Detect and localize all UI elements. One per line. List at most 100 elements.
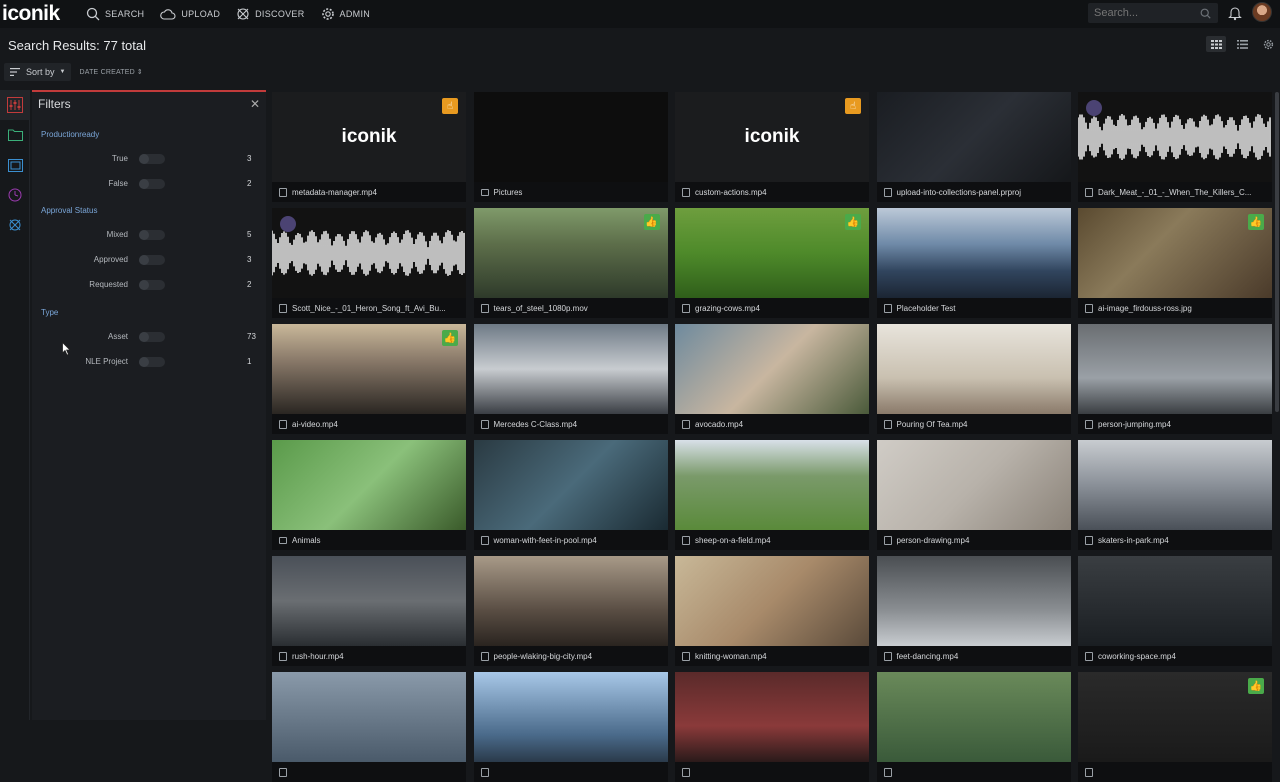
filters-rail-button[interactable] xyxy=(0,90,30,120)
approved-icon[interactable]: 👍 xyxy=(845,214,861,230)
asset-caption[interactable] xyxy=(877,764,1071,780)
asset-thumbnail[interactable] xyxy=(1078,324,1272,414)
asset-tile[interactable]: feet-dancing.mp4 xyxy=(876,556,1071,666)
asset-tile[interactable]: 👍 tears_of_steel_1080p.mov xyxy=(473,208,668,318)
approved-icon[interactable]: 👍 xyxy=(442,330,458,346)
asset-thumbnail[interactable] xyxy=(473,324,668,414)
asset-tile[interactable]: Dark_Meat_-_01_-_When_The_Killers_C... xyxy=(1078,92,1272,202)
iconik-logo[interactable]: iconik xyxy=(2,2,78,26)
sort-by-button[interactable]: Sort by ▼ xyxy=(4,63,72,81)
search-icon[interactable] xyxy=(1200,8,1211,19)
filter-row[interactable]: False 2 xyxy=(32,177,266,191)
asset-tile[interactable]: Mercedes C-Class.mp4 xyxy=(473,324,668,434)
list-view-button[interactable] xyxy=(1232,36,1252,52)
asset-thumbnail[interactable]: iconik xyxy=(272,92,466,182)
asset-thumbnail[interactable] xyxy=(876,208,1071,298)
filter-row[interactable]: True 3 xyxy=(32,152,266,166)
asset-thumbnail[interactable] xyxy=(675,324,869,414)
view-settings-button[interactable] xyxy=(1258,36,1278,52)
asset-thumbnail[interactable] xyxy=(473,208,668,298)
asset-thumbnail[interactable] xyxy=(1078,92,1272,182)
asset-tile[interactable] xyxy=(272,672,466,782)
filter-row[interactable]: Requested 2 xyxy=(32,278,266,292)
approved-icon[interactable]: 👍 xyxy=(1248,678,1264,694)
collections-rail-button[interactable] xyxy=(0,120,30,150)
asset-thumbnail[interactable] xyxy=(675,556,869,646)
asset-tile[interactable]: 👍 xyxy=(1078,672,1272,782)
asset-thumbnail[interactable] xyxy=(675,672,869,762)
asset-thumbnail[interactable] xyxy=(473,556,668,646)
asset-thumbnail[interactable] xyxy=(272,672,466,762)
asset-tile[interactable]: woman-with-feet-in-pool.mp4 xyxy=(473,440,668,550)
bell-icon[interactable] xyxy=(1228,5,1242,21)
filter-toggle[interactable] xyxy=(139,179,165,189)
play-icon[interactable] xyxy=(280,216,296,232)
asset-thumbnail[interactable] xyxy=(1078,208,1272,298)
asset-caption[interactable]: Scott_Nice_-_01_Heron_Song_ft_Avi_Bu... xyxy=(272,300,466,316)
asset-caption[interactable]: people-wlaking-big-city.mp4 xyxy=(474,648,668,664)
asset-caption[interactable]: Placeholder Test xyxy=(877,300,1071,316)
filter-row[interactable]: Approved 3 xyxy=(32,253,266,267)
asset-caption[interactable]: person-drawing.mp4 xyxy=(877,532,1071,548)
asset-caption[interactable]: person-jumping.mp4 xyxy=(1078,416,1272,432)
asset-caption[interactable]: Mercedes C-Class.mp4 xyxy=(474,416,668,432)
filter-toggle[interactable] xyxy=(139,154,165,164)
filter-row[interactable]: NLE Project 1 xyxy=(32,355,266,369)
asset-caption[interactable]: sheep-on-a-field.mp4 xyxy=(675,532,869,548)
asset-thumbnail[interactable] xyxy=(1078,440,1272,530)
asset-tile[interactable] xyxy=(473,672,668,782)
asset-tile[interactable]: skaters-in-park.mp4 xyxy=(1078,440,1272,550)
asset-caption[interactable]: grazing-cows.mp4 xyxy=(675,300,869,316)
history-rail-button[interactable] xyxy=(0,180,30,210)
asset-thumbnail[interactable]: iconik xyxy=(675,92,869,182)
asset-caption[interactable]: tears_of_steel_1080p.mov xyxy=(474,300,668,316)
asset-caption[interactable]: feet-dancing.mp4 xyxy=(877,648,1071,664)
asset-thumbnail[interactable] xyxy=(272,324,466,414)
asset-caption[interactable]: custom-actions.mp4 xyxy=(675,184,869,200)
asset-tile[interactable]: Scott_Nice_-_01_Heron_Song_ft_Avi_Bu... xyxy=(272,208,466,318)
asset-tile[interactable]: 👍 grazing-cows.mp4 xyxy=(675,208,869,318)
media-rail-button[interactable] xyxy=(0,150,30,180)
nav-admin[interactable]: ADMIN xyxy=(321,7,371,21)
asset-caption[interactable]: knitting-woman.mp4 xyxy=(675,648,869,664)
play-icon[interactable] xyxy=(1086,100,1102,116)
asset-thumbnail[interactable] xyxy=(1078,672,1272,762)
asset-caption[interactable] xyxy=(1078,764,1272,780)
asset-tile[interactable]: person-jumping.mp4 xyxy=(1078,324,1272,434)
filter-row[interactable]: Mixed 5 xyxy=(32,228,266,242)
asset-caption[interactable]: woman-with-feet-in-pool.mp4 xyxy=(474,532,668,548)
asset-caption[interactable]: Pictures xyxy=(474,184,668,200)
asset-tile[interactable]: iconik ☝ metadata-manager.mp4 xyxy=(272,92,466,202)
asset-tile[interactable]: person-drawing.mp4 xyxy=(876,440,1071,550)
asset-tile[interactable] xyxy=(876,672,1071,782)
asset-tile[interactable]: rush-hour.mp4 xyxy=(272,556,466,666)
discover-rail-button[interactable] xyxy=(0,210,30,240)
user-avatar[interactable] xyxy=(1252,2,1272,22)
asset-thumbnail[interactable] xyxy=(876,672,1071,762)
sort-field[interactable]: DATE CREATED xyxy=(79,69,134,76)
asset-tile[interactable]: Placeholder Test xyxy=(876,208,1071,318)
asset-thumbnail[interactable] xyxy=(272,556,466,646)
asset-thumbnail[interactable] xyxy=(272,208,466,298)
asset-thumbnail[interactable] xyxy=(1078,556,1272,646)
close-icon[interactable]: ✕ xyxy=(250,97,260,111)
asset-thumbnail[interactable] xyxy=(675,440,869,530)
asset-caption[interactable] xyxy=(272,764,466,780)
asset-tile[interactable]: 👍 ai-image_firdouss-ross.jpg xyxy=(1078,208,1272,318)
asset-tile[interactable] xyxy=(675,672,869,782)
asset-tile[interactable]: knitting-woman.mp4 xyxy=(675,556,869,666)
pending-approval-icon[interactable]: ☝ xyxy=(442,98,458,114)
nav-upload[interactable]: UPLOAD xyxy=(160,8,220,20)
asset-tile[interactable]: coworking-space.mp4 xyxy=(1078,556,1272,666)
asset-thumbnail[interactable] xyxy=(473,672,668,762)
asset-tile[interactable]: Pictures xyxy=(473,92,668,202)
asset-caption[interactable]: Pouring Of Tea.mp4 xyxy=(877,416,1071,432)
asset-thumbnail[interactable] xyxy=(876,440,1071,530)
asset-tile[interactable]: people-wlaking-big-city.mp4 xyxy=(473,556,668,666)
asset-thumbnail[interactable] xyxy=(473,92,668,182)
asset-tile[interactable]: upload-into-collections-panel.prproj xyxy=(876,92,1071,202)
asset-caption[interactable]: ai-video.mp4 xyxy=(272,416,466,432)
asset-caption[interactable]: Dark_Meat_-_01_-_When_The_Killers_C... xyxy=(1078,184,1272,200)
asset-tile[interactable]: Pouring Of Tea.mp4 xyxy=(876,324,1071,434)
scrollbar[interactable] xyxy=(1275,92,1279,412)
